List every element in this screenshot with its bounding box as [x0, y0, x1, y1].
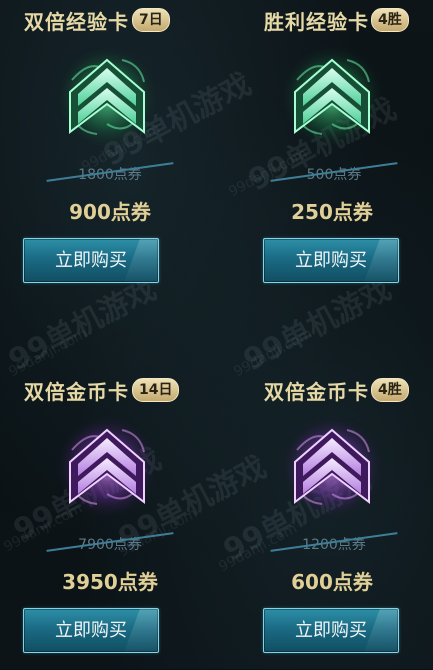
- button-shine: [364, 239, 398, 282]
- buy-now-button[interactable]: 立即购买: [23, 238, 159, 283]
- duration-badge: 14日: [132, 378, 180, 402]
- product-card-double-gold-4w: 双倍金币卡 4胜 1200点券 600点券 立即购买: [260, 370, 433, 670]
- button-label: 立即购买: [295, 620, 367, 641]
- card-header: 双倍经验卡 7日: [20, 4, 220, 34]
- purple-chevron-emblem-icon: [277, 412, 387, 522]
- product-card-victory-exp-4w: 胜利经验卡 4胜 500点券 250点券 立即购买: [260, 0, 433, 300]
- green-chevron-emblem-icon: [277, 42, 387, 152]
- sale-price: 600点券: [291, 570, 373, 594]
- duration-badge: 7日: [132, 8, 170, 32]
- card-header: 双倍金币卡 14日: [20, 374, 220, 404]
- button-shine: [124, 609, 158, 652]
- purple-chevron-emblem-icon: [52, 412, 162, 522]
- button-shine: [364, 609, 398, 652]
- button-shine: [124, 239, 158, 282]
- card-title: 双倍金币卡: [264, 380, 369, 404]
- card-header: 双倍金币卡 4胜: [260, 374, 433, 404]
- button-label: 立即购买: [55, 620, 127, 641]
- sale-price: 250点券: [291, 200, 373, 224]
- buy-now-button[interactable]: 立即购买: [23, 608, 159, 653]
- button-label: 立即购买: [55, 250, 127, 271]
- buy-now-button[interactable]: 立即购买: [263, 608, 399, 653]
- card-title: 双倍经验卡: [24, 10, 129, 34]
- product-card-double-gold-14d: 双倍金币卡 14日 7900点券 3950点券 立即购买: [20, 370, 220, 670]
- duration-badge: 4胜: [371, 378, 409, 402]
- card-header: 胜利经验卡 4胜: [260, 4, 433, 34]
- card-title: 胜利经验卡: [264, 10, 369, 34]
- sale-price: 3950点券: [62, 570, 158, 594]
- card-title: 双倍金币卡: [24, 380, 129, 404]
- product-card-double-exp-7d: 双倍经验卡 7日 1800点券 900点券 立即购买: [20, 0, 220, 300]
- button-label: 立即购买: [295, 250, 367, 271]
- buy-now-button[interactable]: 立即购买: [263, 238, 399, 283]
- duration-badge: 4胜: [371, 8, 409, 32]
- sale-price: 900点券: [69, 200, 151, 224]
- green-chevron-emblem-icon: [52, 42, 162, 152]
